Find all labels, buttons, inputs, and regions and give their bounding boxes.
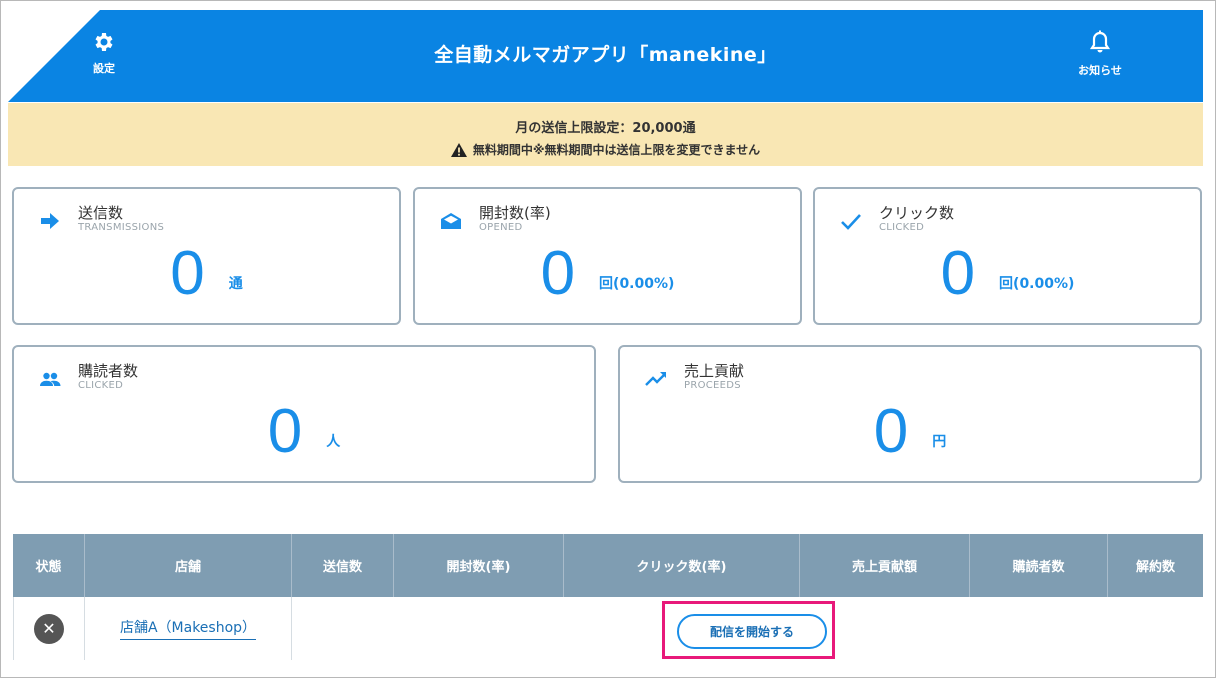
col-status: 状態: [13, 534, 85, 597]
send-limit-notice: 月の送信上限設定：20,000通 無料期間中※無料期間中は送信上限を変更できませ…: [8, 103, 1203, 166]
col-subscribers: 購読者数: [970, 534, 1108, 597]
app-header: 設定 全自動メルマガアプリ「manekine」 お知らせ: [8, 10, 1203, 102]
warning-icon: [450, 142, 467, 157]
bell-icon: [1089, 30, 1111, 53]
stat-unit: 通: [228, 276, 243, 292]
stat-unit: 回(0.00%): [599, 276, 675, 292]
shop-cell: 店舗A（Makeshop）: [85, 597, 292, 660]
close-icon[interactable]: ✕: [34, 613, 64, 644]
free-period-warning: 無料期間中※無料期間中は送信上限を変更できません: [8, 141, 1203, 158]
stat-sublabel: CLICKED: [78, 380, 124, 391]
app-title: 全自動メルマガアプリ「manekine」: [434, 44, 777, 66]
stat-sublabel: TRANSMISSIONS: [78, 222, 165, 233]
col-sent: 送信数: [292, 534, 394, 597]
start-delivery-button[interactable]: 配信を開始する: [677, 614, 827, 649]
stat-sublabel: OPENED: [479, 222, 523, 233]
stat-card-transmissions: 送信数 TRANSMISSIONS 0 通: [12, 187, 401, 325]
stat-value-group: 0 人: [14, 397, 594, 467]
table-row: ✕ 店舗A（Makeshop）: [13, 597, 1203, 660]
stat-value: 0: [540, 239, 576, 308]
stat-card-proceeds: 売上貢献 PROCEEDS 0 円: [618, 345, 1202, 483]
notifications-label: お知らせ: [1078, 64, 1122, 77]
people-icon: [40, 372, 61, 386]
stat-label: 売上貢献: [684, 362, 745, 380]
notifications-button[interactable]: お知らせ: [1070, 30, 1130, 78]
stat-unit: 人: [326, 434, 341, 450]
stat-label: クリック数: [879, 204, 955, 222]
trending-up-icon: [645, 372, 666, 386]
stat-unit: 回(0.00%): [999, 276, 1075, 292]
col-unsubscribes: 解約数: [1135, 560, 1175, 575]
table-header: 状態 店舗 送信数 開封数(率) クリック数(率) 売上貢献額 購読者数 解約数: [13, 534, 1203, 597]
col-shop: 店舗: [85, 534, 292, 597]
stat-unit: 円: [932, 434, 947, 450]
stat-sublabel: CLICKED: [879, 222, 925, 233]
stat-value: 0: [170, 239, 205, 308]
stat-label: 送信数: [78, 204, 124, 222]
stat-sublabel: PROCEEDS: [684, 380, 741, 391]
stat-value: 0: [873, 397, 909, 466]
stat-value-group: 0 回(0.00%): [815, 239, 1200, 309]
free-period-text: 無料期間中※無料期間中は送信上限を変更できません: [472, 143, 761, 157]
stat-card-subscribers: 購読者数 CLICKED 0 人: [12, 345, 596, 483]
status-cell: ✕: [13, 597, 85, 660]
arrow-right-icon: [41, 213, 59, 229]
col-opened: 開封数(率): [394, 534, 564, 597]
col-proceeds: 売上貢献額: [800, 534, 970, 597]
stat-value: 0: [940, 239, 976, 308]
stat-value-group: 0 円: [620, 397, 1200, 467]
send-limit-text: 月の送信上限設定：20,000通: [515, 121, 696, 136]
shop-link[interactable]: 店舗A（Makeshop）: [119, 617, 257, 640]
stat-label: 購読者数: [78, 362, 139, 380]
shop-stats-table: 状態 店舗 送信数 開封数(率) クリック数(率) 売上貢献額 購読者数 解約数…: [13, 534, 1203, 660]
stat-value-group: 0 回(0.00%): [415, 239, 800, 309]
open-envelope-icon: [441, 213, 461, 229]
col-clicks: クリック数(率): [564, 534, 800, 597]
stat-label: 開封数(率): [479, 204, 551, 222]
stat-card-clicked: クリック数 CLICKED 0 回(0.00%): [813, 187, 1202, 325]
checkmark-icon: [841, 214, 861, 230]
stat-value-group: 0 通: [14, 239, 399, 309]
stat-card-opened: 開封数(率) OPENED 0 回(0.00%): [413, 187, 802, 325]
stat-value: 0: [267, 397, 303, 466]
